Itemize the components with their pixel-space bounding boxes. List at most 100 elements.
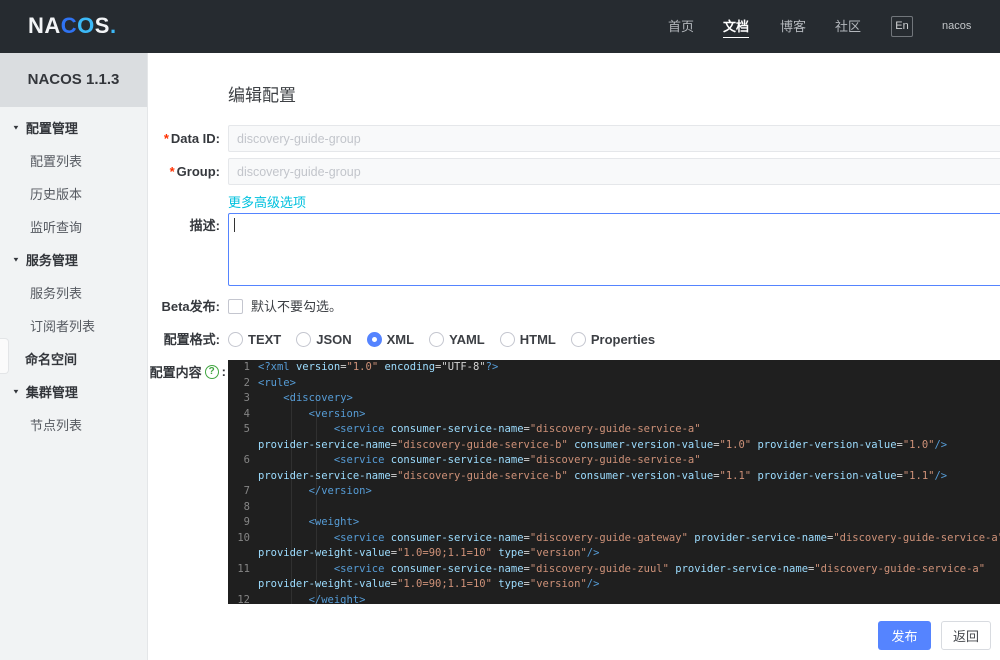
- code-line: 4 <version>: [228, 407, 1000, 423]
- code-line: provider-service-name="discovery-guide-s…: [228, 469, 1000, 485]
- radio-circle: [366, 331, 382, 347]
- indent-guide: [316, 392, 317, 604]
- edit-config-panel: 编辑配置 *Data ID: *Group: 更多高级选项 描述: Beta发布…: [148, 53, 1000, 660]
- sidebar-item-service-list[interactable]: 服务列表: [0, 276, 147, 309]
- line-number: 5: [243, 423, 250, 435]
- sidebar-collapse-handle[interactable]: [0, 338, 9, 374]
- code-line: provider-weight-value="1.0=90;1.1=10" ty…: [228, 577, 1000, 593]
- sidebar-item-label: 服务列表: [30, 286, 83, 301]
- format-radio-yaml[interactable]: YAML: [429, 331, 485, 347]
- code-line: 10 <service consumer-service-name="disco…: [228, 531, 1000, 547]
- line-number: 9: [243, 516, 250, 528]
- format-radio-xml[interactable]: XML: [366, 331, 414, 347]
- required-marker: *: [169, 164, 175, 179]
- format-radio-html[interactable]: HTML: [499, 331, 556, 347]
- line-number: 12: [237, 593, 250, 605]
- sidebar-version-header: NACOS 1.1.3: [0, 53, 147, 107]
- code-line: 9 <weight>: [228, 515, 1000, 531]
- sidebar-item-node-list[interactable]: 节点列表: [0, 408, 147, 441]
- line-number: 11: [237, 562, 250, 575]
- sidebar-item-listening-query[interactable]: 监听查询: [0, 210, 147, 243]
- nav-item-community[interactable]: 社区: [835, 0, 861, 53]
- caret-down-icon: ▼: [12, 387, 20, 396]
- sidebar-item-label: 历史版本: [30, 187, 83, 202]
- required-marker: *: [163, 131, 169, 146]
- description-textarea[interactable]: [228, 213, 1000, 286]
- sidebar-item-label: 服务管理: [25, 253, 78, 268]
- sidebar-item-label: 集群管理: [25, 385, 78, 400]
- config-format-label: 配置格式:: [163, 332, 220, 347]
- code-line: 8: [228, 500, 1000, 516]
- indent-guide: [291, 392, 292, 604]
- sidebar-item-namespace[interactable]: 命名空间: [0, 342, 147, 375]
- code-line: 12 </weight>: [228, 593, 1000, 605]
- config-content-editor[interactable]: 1 <?xml version="1.0" encoding="UTF-8"?> 2…: [228, 360, 1000, 604]
- text-cursor: [234, 218, 235, 232]
- line-number: [228, 438, 258, 454]
- format-radio-properties[interactable]: Properties: [570, 331, 655, 347]
- line-number: 6: [243, 454, 250, 466]
- language-toggle[interactable]: En: [891, 16, 913, 37]
- sidebar-item-label: 节点列表: [30, 418, 83, 433]
- line-number: 3: [243, 392, 250, 404]
- line-number: 10: [237, 531, 250, 544]
- group-label: * Group:: [169, 164, 220, 179]
- beta-label: Beta发布:: [161, 299, 220, 314]
- line-number: [228, 469, 258, 485]
- radio-circle: [570, 331, 586, 347]
- radio-circle: [499, 331, 515, 347]
- line-number: 7: [243, 485, 250, 497]
- line-number: 8: [243, 500, 250, 513]
- code-line: provider-service-name="discovery-guide-s…: [228, 438, 1000, 454]
- publish-button[interactable]: 发布: [878, 621, 931, 650]
- sidebar-item-history-versions[interactable]: 历史版本: [0, 177, 147, 210]
- code-line: 3 <discovery>: [228, 391, 1000, 407]
- sidebar-menu: ▼ 配置管理 配置列表 历史版本 监听查询 ▼ 服务管理 服务列表 订阅者列表: [0, 107, 147, 441]
- config-content-label: 配置内容 ? :: [149, 364, 226, 380]
- beta-hint: 默认不要勾选。: [251, 299, 343, 314]
- radio-circle: [296, 331, 312, 347]
- sidebar: NACOS 1.1.3 ▼ 配置管理 配置列表 历史版本 监听查询 ▼ 服务管理…: [0, 53, 148, 660]
- nacos-console: NACOS. 首页 文档 博客 社区 En nacos NACOS 1.1.3 …: [0, 0, 1000, 660]
- nav-item-blog[interactable]: 博客: [780, 0, 806, 53]
- beta-checkbox[interactable]: [228, 299, 243, 314]
- radio-circle: [228, 331, 243, 347]
- code-line: provider-weight-value="1.0=90;1.1=10" ty…: [228, 546, 1000, 562]
- advanced-options-link[interactable]: 更多高级选项: [228, 192, 306, 211]
- data-id-label: * Data ID:: [163, 131, 220, 146]
- code-line: 5 <service consumer-service-name="discov…: [228, 422, 1000, 438]
- sidebar-item-label: 命名空间: [25, 352, 78, 367]
- code-lines: 1 <?xml version="1.0" encoding="UTF-8"?> 2…: [228, 360, 1000, 604]
- username[interactable]: nacos: [942, 20, 971, 32]
- code-line: 11 <service consumer-service-name="disco…: [228, 562, 1000, 578]
- sidebar-item-cluster-management[interactable]: ▼ 集群管理: [0, 375, 147, 408]
- logo-text: NA: [28, 13, 61, 38]
- sidebar-item-service-management[interactable]: ▼ 服务管理: [0, 243, 147, 276]
- sidebar-item-label: 配置管理: [25, 121, 78, 136]
- sidebar-item-label: 配置列表: [30, 154, 83, 169]
- group-input[interactable]: [228, 158, 1000, 185]
- help-icon[interactable]: ?: [204, 364, 219, 379]
- sidebar-item-config-list[interactable]: 配置列表: [0, 144, 147, 177]
- sidebar-item-subscriber-list[interactable]: 订阅者列表: [0, 309, 147, 342]
- code-line: 6 <service consumer-service-name="discov…: [228, 453, 1000, 469]
- nav-item-docs[interactable]: 文档: [723, 0, 749, 53]
- line-number: 1: [243, 361, 250, 373]
- format-radio-text[interactable]: TEXT: [228, 331, 281, 347]
- sidebar-item-config-management[interactable]: ▼ 配置管理: [0, 111, 147, 144]
- line-number: 2: [243, 376, 250, 389]
- radio-circle: [429, 331, 445, 347]
- sidebar-item-label: 监听查询: [30, 220, 83, 235]
- nacos-logo[interactable]: NACOS.: [28, 13, 117, 39]
- description-label: 描述:: [189, 218, 220, 233]
- line-number: [228, 577, 258, 593]
- code-line: 2 <rule>: [228, 376, 1000, 392]
- data-id-input[interactable]: [228, 125, 1000, 152]
- code-line: 1 <?xml version="1.0" encoding="UTF-8"?>: [228, 360, 1000, 376]
- nav-item-home[interactable]: 首页: [668, 0, 694, 53]
- caret-down-icon: ▼: [12, 255, 20, 264]
- line-number: 4: [243, 407, 250, 420]
- back-button[interactable]: 返回: [941, 621, 991, 650]
- format-radio-json[interactable]: JSON: [296, 331, 352, 347]
- config-format-radios: TEXT JSON XML YAML HTML Properties: [228, 330, 655, 348]
